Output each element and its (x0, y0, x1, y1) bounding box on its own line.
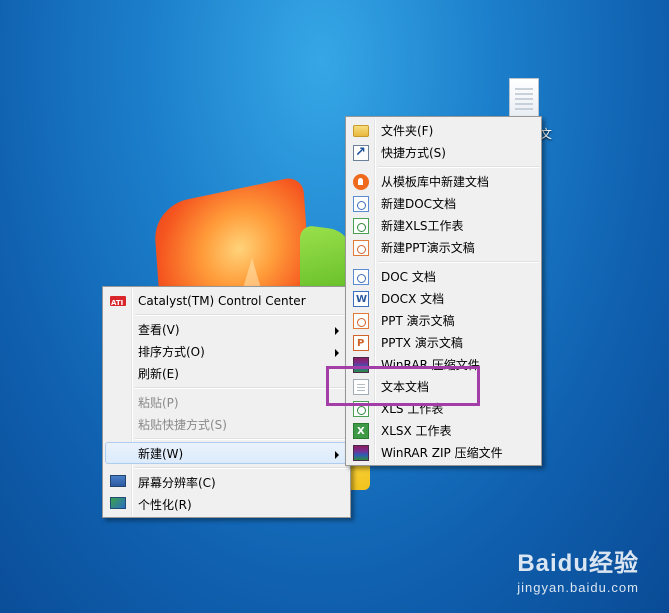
new-submenu: 文件夹(F) 快捷方式(S) 从模板库中新建文档 新建DOC文档 新建XLS工作… (345, 116, 542, 466)
menu-item-label: Catalyst(TM) Control Center (138, 294, 306, 308)
menu-item-label: 新建DOC文档 (381, 197, 457, 211)
menu-item-label: 查看(V) (138, 323, 180, 337)
menu-separator (135, 384, 348, 391)
new-folder-item[interactable]: 文件夹(F) (348, 119, 539, 141)
new-ppt-presentation-item[interactable]: 新建PPT演示文稿 (348, 236, 539, 258)
menu-separator (378, 163, 539, 170)
desktop-context-menu: Catalyst(TM) Control Center 查看(V) 排序方式(O… (102, 286, 351, 518)
menu-item-label: 刷新(E) (138, 367, 179, 381)
menu-item-screen-resolution[interactable]: 屏幕分辨率(C) (105, 471, 348, 493)
menu-separator (135, 311, 348, 318)
menu-item-label: 屏幕分辨率(C) (138, 476, 216, 490)
desktop-text-file-icon[interactable] (509, 78, 539, 118)
menu-item-label: 从模板库中新建文档 (381, 175, 490, 189)
menu-item-label: DOC 文档 (381, 270, 436, 284)
ppt-presentation-item[interactable]: PPT 演示文稿 (348, 309, 539, 331)
menu-item-label: 个性化(R) (138, 498, 192, 512)
personalize-icon (110, 497, 126, 509)
menu-item-label: PPTX 演示文稿 (381, 336, 463, 350)
menu-item-view[interactable]: 查看(V) (105, 318, 348, 340)
menu-item-label: PPT 演示文稿 (381, 314, 455, 328)
menu-item-label: WinRAR ZIP 压缩文件 (381, 446, 503, 460)
menu-separator (378, 258, 539, 265)
menu-separator (135, 435, 348, 442)
new-from-template-item[interactable]: 从模板库中新建文档 (348, 170, 539, 192)
shortcut-icon (353, 142, 369, 164)
ati-icon (110, 292, 126, 314)
folder-icon (353, 125, 369, 137)
menu-item-label: 文件夹(F) (381, 124, 434, 138)
menu-item-paste-shortcut: 粘贴快捷方式(S) (105, 413, 348, 435)
doc-document-item[interactable]: DOC 文档 (348, 265, 539, 287)
pptx-icon (353, 333, 369, 355)
template-icon (353, 174, 369, 190)
annotation-highlight-box (326, 366, 480, 406)
winrar-icon (353, 445, 369, 461)
menu-item-label: 粘贴(P) (138, 396, 179, 410)
new-shortcut-item[interactable]: 快捷方式(S) (348, 141, 539, 164)
menu-item-sort-by[interactable]: 排序方式(O) (105, 340, 348, 362)
ppt-icon (353, 240, 369, 256)
menu-separator (135, 464, 348, 471)
ppt-icon (353, 313, 369, 329)
menu-item-label: 粘贴快捷方式(S) (138, 418, 227, 432)
pptx-presentation-item[interactable]: PPTX 演示文稿 (348, 331, 539, 355)
baidu-jingyan-watermark: Baidu经验 jingyan.baidu.com (517, 543, 639, 595)
menu-item-personalize[interactable]: 个性化(R) (105, 493, 348, 515)
winrar-zip-archive-item[interactable]: WinRAR ZIP 压缩文件 (348, 441, 539, 463)
doc-icon (353, 196, 369, 212)
new-xls-sheet-item[interactable]: 新建XLS工作表 (348, 214, 539, 236)
menu-item-label: 新建XLS工作表 (381, 219, 464, 233)
menu-item-label: XLSX 工作表 (381, 424, 452, 438)
menu-item-label: DOCX 文档 (381, 292, 445, 306)
menu-item-label: 新建(W) (138, 447, 184, 461)
submenu-arrow-icon (335, 451, 339, 459)
xls-icon (353, 218, 369, 234)
doc-icon (353, 269, 369, 285)
watermark-logo: Baidu经验 (517, 550, 639, 577)
submenu-arrow-icon (335, 349, 339, 357)
menu-item-label: 快捷方式(S) (381, 146, 446, 160)
menu-item-label: 新建PPT演示文稿 (381, 241, 475, 255)
docx-icon (353, 289, 369, 311)
watermark-url: jingyan.baidu.com (517, 580, 639, 595)
xlsx-sheet-item[interactable]: XLSX 工作表 (348, 419, 539, 443)
display-icon (110, 475, 126, 487)
menu-item-catalyst[interactable]: Catalyst(TM) Control Center (105, 289, 348, 314)
xlsx-icon (353, 421, 369, 443)
submenu-arrow-icon (335, 327, 339, 335)
menu-item-refresh[interactable]: 刷新(E) (105, 362, 348, 384)
menu-item-label: 排序方式(O) (138, 345, 205, 359)
docx-document-item[interactable]: DOCX 文档 (348, 287, 539, 311)
menu-item-new[interactable]: 新建(W) (105, 442, 348, 464)
new-doc-document-item[interactable]: 新建DOC文档 (348, 192, 539, 214)
menu-item-paste: 粘贴(P) (105, 391, 348, 413)
